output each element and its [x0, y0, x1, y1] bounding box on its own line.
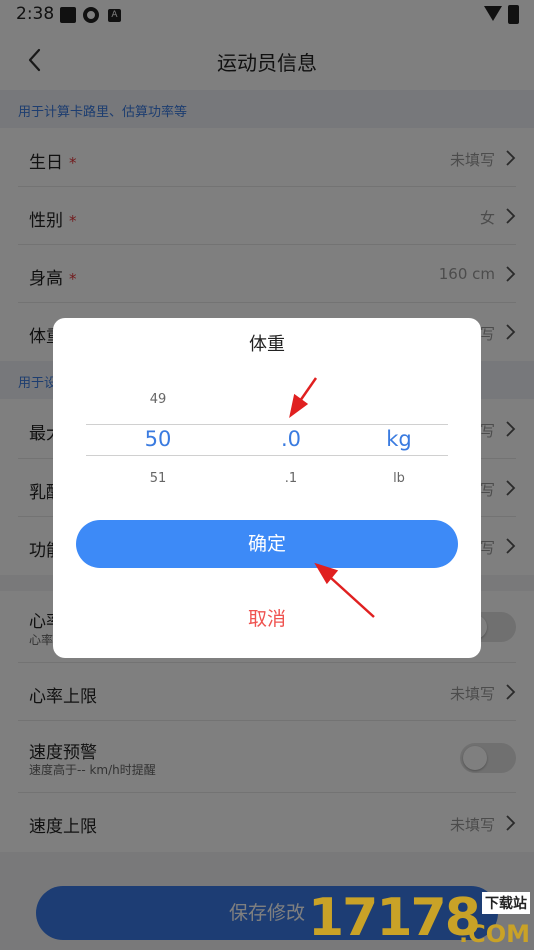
picker-selected-value: 50 — [144, 427, 172, 451]
site-watermark: 17178 下载站 .COM — [308, 888, 534, 950]
picker-next-value: .1 — [284, 471, 298, 486]
picker-next-value: lb — [393, 471, 405, 486]
picker-selected-value: .0 — [280, 427, 302, 451]
picker-next-value: 51 — [149, 471, 167, 486]
dialog-title: 体重 — [249, 334, 285, 355]
watermark-number: 17178 — [308, 888, 481, 948]
picker-prev-value: 49 — [149, 392, 167, 407]
picker-selected-value: kg — [386, 427, 412, 451]
picker-divider-top — [86, 424, 448, 425]
cancel-button[interactable]: 取消 — [53, 604, 481, 631]
picker-divider-bottom — [86, 455, 448, 456]
confirm-button[interactable]: 确定 — [76, 520, 458, 568]
watermark-tag: 下载站 — [482, 892, 530, 914]
watermark-domain: .COM — [458, 920, 530, 948]
weight-picker-dialog: 体重 49 50 51 .0 .1 kg lb 确定 取消 — [53, 318, 481, 658]
